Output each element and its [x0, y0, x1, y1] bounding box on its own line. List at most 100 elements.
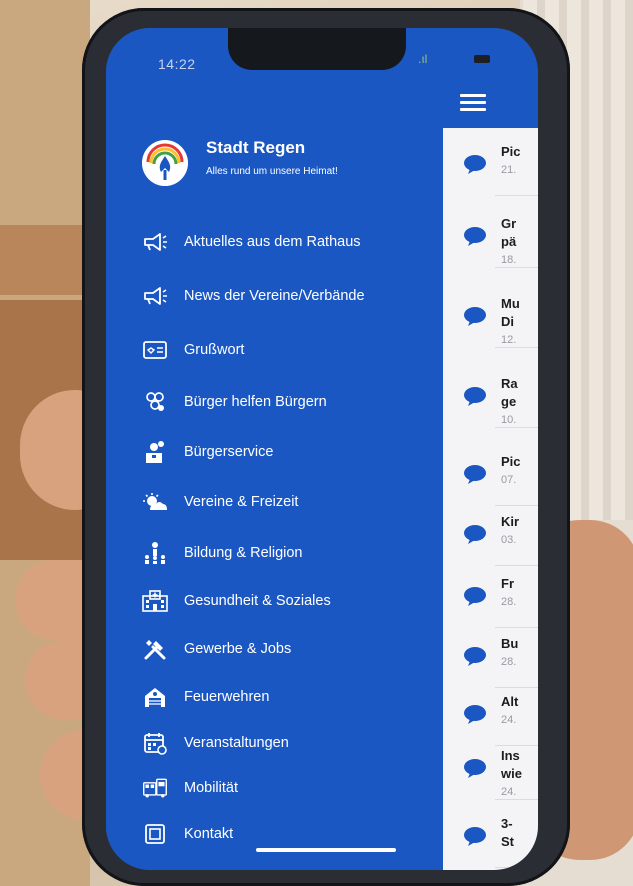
- menu-item-label: Gewerbe & Jobs: [184, 641, 292, 657]
- chat-bubble-icon: [463, 306, 487, 331]
- menu-item-label: Bürgerservice: [184, 444, 274, 460]
- menu-item-label: Bürger helfen Bürgern: [184, 394, 327, 410]
- battery-icon: [474, 55, 490, 63]
- news-title-line2: wie: [501, 766, 522, 781]
- news-item[interactable]: Pic 07.: [443, 446, 538, 506]
- sun-cloud-icon: [142, 491, 168, 513]
- megaphone-icon: [142, 285, 168, 307]
- news-title: Mu: [501, 296, 520, 311]
- news-title: Alt: [501, 694, 519, 709]
- chat-bubble-icon: [463, 586, 487, 611]
- service-person-icon: [142, 441, 168, 463]
- news-item[interactable]: Pic 21.: [443, 136, 538, 196]
- contact-icon: [142, 823, 168, 845]
- app-title: Stadt Regen: [206, 138, 306, 157]
- megaphone-icon: [142, 231, 168, 253]
- news-title: Bu: [501, 636, 519, 651]
- menu-item[interactable]: Mobilität: [142, 774, 238, 802]
- divider: [495, 195, 538, 196]
- menu-item-label: Veranstaltungen: [184, 735, 289, 751]
- news-item[interactable]: Ra ge 10.: [443, 368, 538, 428]
- chat-bubble-icon: [463, 646, 487, 671]
- menu-item[interactable]: Feuerwehren: [142, 683, 269, 711]
- menu-item-label: News der Vereine/Verbände: [184, 288, 365, 304]
- teacher-class-icon: [142, 542, 168, 564]
- menu-item[interactable]: Bürger helfen Bürgern: [142, 388, 327, 416]
- news-title-line2: Di: [501, 314, 514, 329]
- id-card-icon: [142, 339, 168, 361]
- news-title: Pic: [501, 454, 521, 469]
- divider: [495, 427, 538, 428]
- background-shelf: [0, 225, 95, 295]
- menu-item-label: Kontakt: [184, 826, 234, 842]
- menu-item-label: Vereine & Freizeit: [184, 494, 299, 510]
- news-title: 3-: [501, 816, 513, 831]
- news-item[interactable]: Bu 28.: [443, 628, 538, 688]
- hospital-icon: [142, 590, 168, 612]
- menu-item-label: Mobilität: [184, 780, 238, 796]
- news-item[interactable]: Fr 28.: [443, 568, 538, 628]
- news-item[interactable]: 3- St: [443, 808, 538, 868]
- news-title-line2: St: [501, 834, 514, 849]
- calendar-icon: [142, 732, 168, 755]
- news-date: 28.: [501, 656, 517, 668]
- chat-bubble-icon: [463, 226, 487, 251]
- news-list: Pic 21. Gr pä 18. Mu Di 12. Ra ge 10. Pic 07. Kir 03. F…: [443, 128, 538, 870]
- news-item[interactable]: Ins wie 24.: [443, 740, 538, 800]
- menu-item-label: Feuerwehren: [184, 689, 270, 705]
- news-item[interactable]: Kir 03.: [443, 506, 538, 566]
- menu-item-label: Grußwort: [184, 342, 245, 358]
- chat-bubble-icon: [463, 758, 487, 783]
- menu-item[interactable]: Veranstaltungen: [142, 729, 289, 757]
- divider: [495, 347, 538, 348]
- menu-item-label: Aktuelles aus dem Rathaus: [184, 234, 361, 250]
- city-crest-logo: [142, 140, 188, 186]
- menu-item[interactable]: Aktuelles aus dem Rathaus: [142, 228, 361, 256]
- menu-item[interactable]: Gewerbe & Jobs: [142, 635, 291, 663]
- home-indicator: [256, 848, 396, 852]
- fire-station-icon: [142, 686, 168, 708]
- news-title: Kir: [501, 514, 520, 529]
- news-date: 21.: [501, 164, 517, 176]
- chat-bubble-icon: [463, 154, 487, 179]
- news-date: 03.: [501, 534, 517, 546]
- menu-item[interactable]: Bildung & Religion: [142, 539, 303, 567]
- bus-icon: [142, 777, 168, 799]
- news-title: Ra: [501, 376, 518, 391]
- tools-icon: [142, 638, 168, 660]
- menu-item-label: Gesundheit & Soziales: [184, 593, 331, 609]
- news-date: 28.: [501, 596, 517, 608]
- chat-bubble-icon: [463, 704, 487, 729]
- news-date: 18.: [501, 254, 517, 266]
- chat-bubble-icon: [463, 826, 487, 851]
- news-title: Gr: [501, 216, 517, 231]
- menu-item-label: Bildung & Religion: [184, 545, 303, 561]
- hamburger-menu-icon[interactable]: [460, 94, 486, 112]
- menu-item[interactable]: Vereine & Freizeit: [142, 488, 298, 516]
- news-date: 07.: [501, 474, 517, 486]
- phone-screen: Stadt Regen Alles rund um unsere Heimat!…: [106, 28, 538, 870]
- menu-item[interactable]: Gesundheit & Soziales: [142, 587, 331, 615]
- news-date: 12.: [501, 334, 517, 346]
- news-item[interactable]: Mu Di 12.: [443, 288, 538, 348]
- menu-item[interactable]: News der Vereine/Verbände: [142, 282, 365, 310]
- chat-bubble-icon: [463, 386, 487, 411]
- news-item[interactable]: Gr pä 18.: [443, 208, 538, 268]
- status-time: 14:22: [158, 56, 196, 72]
- menu-item[interactable]: Kontakt: [142, 820, 233, 848]
- news-title: Pic: [501, 144, 521, 159]
- news-item[interactable]: Alt 24.: [443, 686, 538, 746]
- news-title: Ins: [501, 748, 520, 763]
- news-date: 24.: [501, 786, 517, 798]
- divider: [495, 867, 538, 868]
- divider: [495, 565, 538, 566]
- news-title: Fr: [501, 576, 514, 591]
- divider: [495, 799, 538, 800]
- menu-item[interactable]: Grußwort: [142, 336, 244, 364]
- divider: [495, 267, 538, 268]
- phone-notch: [228, 28, 406, 70]
- news-date: 24.: [501, 714, 517, 726]
- people-group-icon: [142, 391, 168, 413]
- menu-item[interactable]: Bürgerservice: [142, 438, 273, 466]
- news-title-line2: ge: [501, 394, 517, 409]
